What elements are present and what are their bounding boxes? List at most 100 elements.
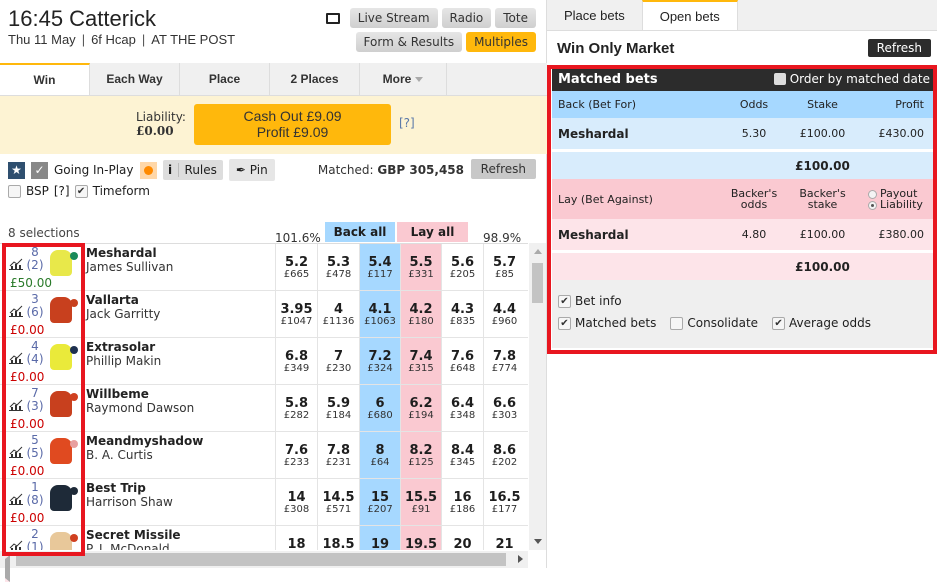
- lay-price-cell[interactable]: 6.2 £194: [400, 385, 441, 431]
- tab-more[interactable]: More: [360, 63, 447, 95]
- back-price-cell[interactable]: 8 £64: [359, 432, 400, 478]
- lay-price-cell[interactable]: 7.6 £648: [441, 338, 483, 384]
- lay-price-cell[interactable]: 19.5: [400, 526, 441, 550]
- back-price-cell[interactable]: 14.5 £571: [317, 479, 359, 525]
- lay-price-cell[interactable]: 5.6 £205: [441, 244, 483, 290]
- form-results-button[interactable]: Form & Results: [355, 32, 463, 52]
- form-chart-icon[interactable]: [9, 305, 23, 317]
- lay-price-cell[interactable]: 7.4 £315: [400, 338, 441, 384]
- form-chart-icon[interactable]: [9, 258, 23, 270]
- average-odds-checkbox[interactable]: ✔: [772, 316, 786, 330]
- tab-open-bets[interactable]: Open bets: [641, 0, 738, 30]
- cashout-help-link[interactable]: [?]: [399, 116, 415, 130]
- form-chart-icon[interactable]: [9, 540, 23, 550]
- radio-button[interactable]: Radio: [441, 8, 492, 28]
- scroll-left-icon[interactable]: [5, 555, 10, 582]
- horse-name[interactable]: Secret Missile: [86, 528, 181, 542]
- bet-info-option[interactable]: ✔ Bet info: [558, 294, 928, 308]
- back-price-cell[interactable]: 4 £1136: [317, 291, 359, 337]
- scroll-thumb[interactable]: [532, 263, 543, 303]
- pin-button[interactable]: ✒ Pin: [228, 159, 275, 181]
- liability-radio[interactable]: [868, 200, 877, 210]
- lay-price-cell[interactable]: 8.4 £345: [441, 432, 483, 478]
- form-chart-icon[interactable]: [9, 352, 23, 364]
- scroll-right-icon[interactable]: [518, 555, 523, 563]
- lay-price-cell[interactable]: 6.6 £303: [483, 385, 525, 431]
- favourite-star-icon[interactable]: ★: [8, 161, 25, 179]
- scroll-down-icon[interactable]: [534, 539, 542, 544]
- lay-price-cell[interactable]: 8.2 £125: [400, 432, 441, 478]
- horse-name[interactable]: Willbeme: [86, 387, 149, 401]
- bsp-checkbox[interactable]: [8, 184, 21, 198]
- liability-option[interactable]: Liability: [868, 199, 924, 210]
- back-price-cell[interactable]: 6 £680: [359, 385, 400, 431]
- lay-price-cell[interactable]: 4.3 £835: [441, 291, 483, 337]
- back-price-cell[interactable]: 15 £207: [359, 479, 400, 525]
- consolidate-checkbox[interactable]: [670, 316, 684, 330]
- tab-win[interactable]: Win: [0, 63, 90, 95]
- bet-info-checkbox[interactable]: ✔: [558, 294, 571, 308]
- form-chart-icon[interactable]: [9, 446, 23, 458]
- timeform-checkbox[interactable]: ✔: [74, 184, 88, 198]
- back-price-cell[interactable]: 18: [275, 526, 317, 550]
- back-price-cell[interactable]: 18.5: [317, 526, 359, 550]
- back-price-cell[interactable]: 5.2 £665: [275, 244, 317, 290]
- vertical-scrollbar[interactable]: [529, 243, 546, 550]
- market-refresh-button[interactable]: Refresh: [470, 159, 536, 179]
- lay-price-cell[interactable]: 21: [483, 526, 525, 550]
- lay-price-cell[interactable]: 4.2 £180: [400, 291, 441, 337]
- cash-out-button[interactable]: Cash Out £9.09 Profit £9.09: [194, 104, 391, 145]
- back-price-cell[interactable]: 7 £230: [317, 338, 359, 384]
- back-price-cell[interactable]: 7.6 £233: [275, 432, 317, 478]
- lay-price-cell[interactable]: 16 £186: [441, 479, 483, 525]
- lay-price-cell[interactable]: 5.5 £331: [400, 244, 441, 290]
- tab-each-way[interactable]: Each Way: [90, 63, 180, 95]
- back-price-cell[interactable]: 5.8 £282: [275, 385, 317, 431]
- back-price-cell[interactable]: 4.1 £1063: [359, 291, 400, 337]
- lay-bet-row[interactable]: Meshardal 4.80 £100.00 £380.00: [552, 219, 934, 253]
- horse-name[interactable]: Meandmyshadow: [86, 434, 203, 448]
- form-chart-icon[interactable]: [9, 399, 23, 411]
- lay-price-cell[interactable]: 15.5 £91: [400, 479, 441, 525]
- lay-all-button[interactable]: Lay all: [397, 222, 468, 242]
- back-price-cell[interactable]: 19: [359, 526, 400, 550]
- horse-name[interactable]: Vallarta: [86, 293, 139, 307]
- horse-name[interactable]: Best Trip: [86, 481, 146, 495]
- lay-price-cell[interactable]: 5.7 £85: [483, 244, 525, 290]
- lay-price-cell[interactable]: 6.4 £348: [441, 385, 483, 431]
- horizontal-scrollbar[interactable]: [0, 551, 528, 582]
- rules-button[interactable]: i Rules: [162, 160, 223, 180]
- back-all-button[interactable]: Back all: [325, 222, 395, 242]
- horse-name[interactable]: Extrasolar: [86, 340, 155, 354]
- back-price-cell[interactable]: 14 £308: [275, 479, 317, 525]
- form-chart-icon[interactable]: [9, 493, 23, 505]
- multiples-button[interactable]: Multiples: [466, 32, 536, 52]
- back-price-cell[interactable]: 6.8 £349: [275, 338, 317, 384]
- lay-price-cell[interactable]: 8.6 £202: [483, 432, 525, 478]
- tote-button[interactable]: Tote: [495, 8, 536, 28]
- open-bets-refresh-button[interactable]: Refresh: [867, 39, 931, 57]
- tab-place-bets[interactable]: Place bets: [547, 0, 642, 30]
- scroll-up-icon[interactable]: [534, 249, 542, 254]
- horse-name[interactable]: Meshardal: [86, 246, 157, 260]
- tab-place[interactable]: Place: [180, 63, 270, 95]
- lay-price-cell[interactable]: 4.4 £960: [483, 291, 525, 337]
- order-by-date-checkbox[interactable]: [773, 73, 786, 85]
- lay-price-cell[interactable]: 7.8 £774: [483, 338, 525, 384]
- lay-price-cell[interactable]: 16.5 £177: [483, 479, 525, 525]
- lay-price-cell[interactable]: 20: [441, 526, 483, 550]
- back-bet-row[interactable]: Meshardal 5.30 £100.00 £430.00: [552, 118, 934, 152]
- matched-bets-checkbox[interactable]: ✔: [558, 316, 571, 330]
- bsp-help-link[interactable]: [?]: [54, 184, 70, 198]
- back-price-cell[interactable]: 5.4 £117: [359, 244, 400, 290]
- back-price-cell[interactable]: 5.3 £478: [317, 244, 359, 290]
- order-by-date-option[interactable]: Order by matched date: [773, 72, 930, 86]
- payout-radio[interactable]: [868, 189, 877, 199]
- back-price-cell[interactable]: 5.9 £184: [317, 385, 359, 431]
- back-price-cell[interactable]: 7.8 £231: [317, 432, 359, 478]
- hscroll-thumb[interactable]: [16, 553, 506, 566]
- back-price-cell[interactable]: 3.95 £1047: [275, 291, 317, 337]
- live-stream-button[interactable]: Live Stream: [349, 8, 438, 28]
- tab-2-places[interactable]: 2 Places: [270, 63, 360, 95]
- back-price-cell[interactable]: 7.2 £324: [359, 338, 400, 384]
